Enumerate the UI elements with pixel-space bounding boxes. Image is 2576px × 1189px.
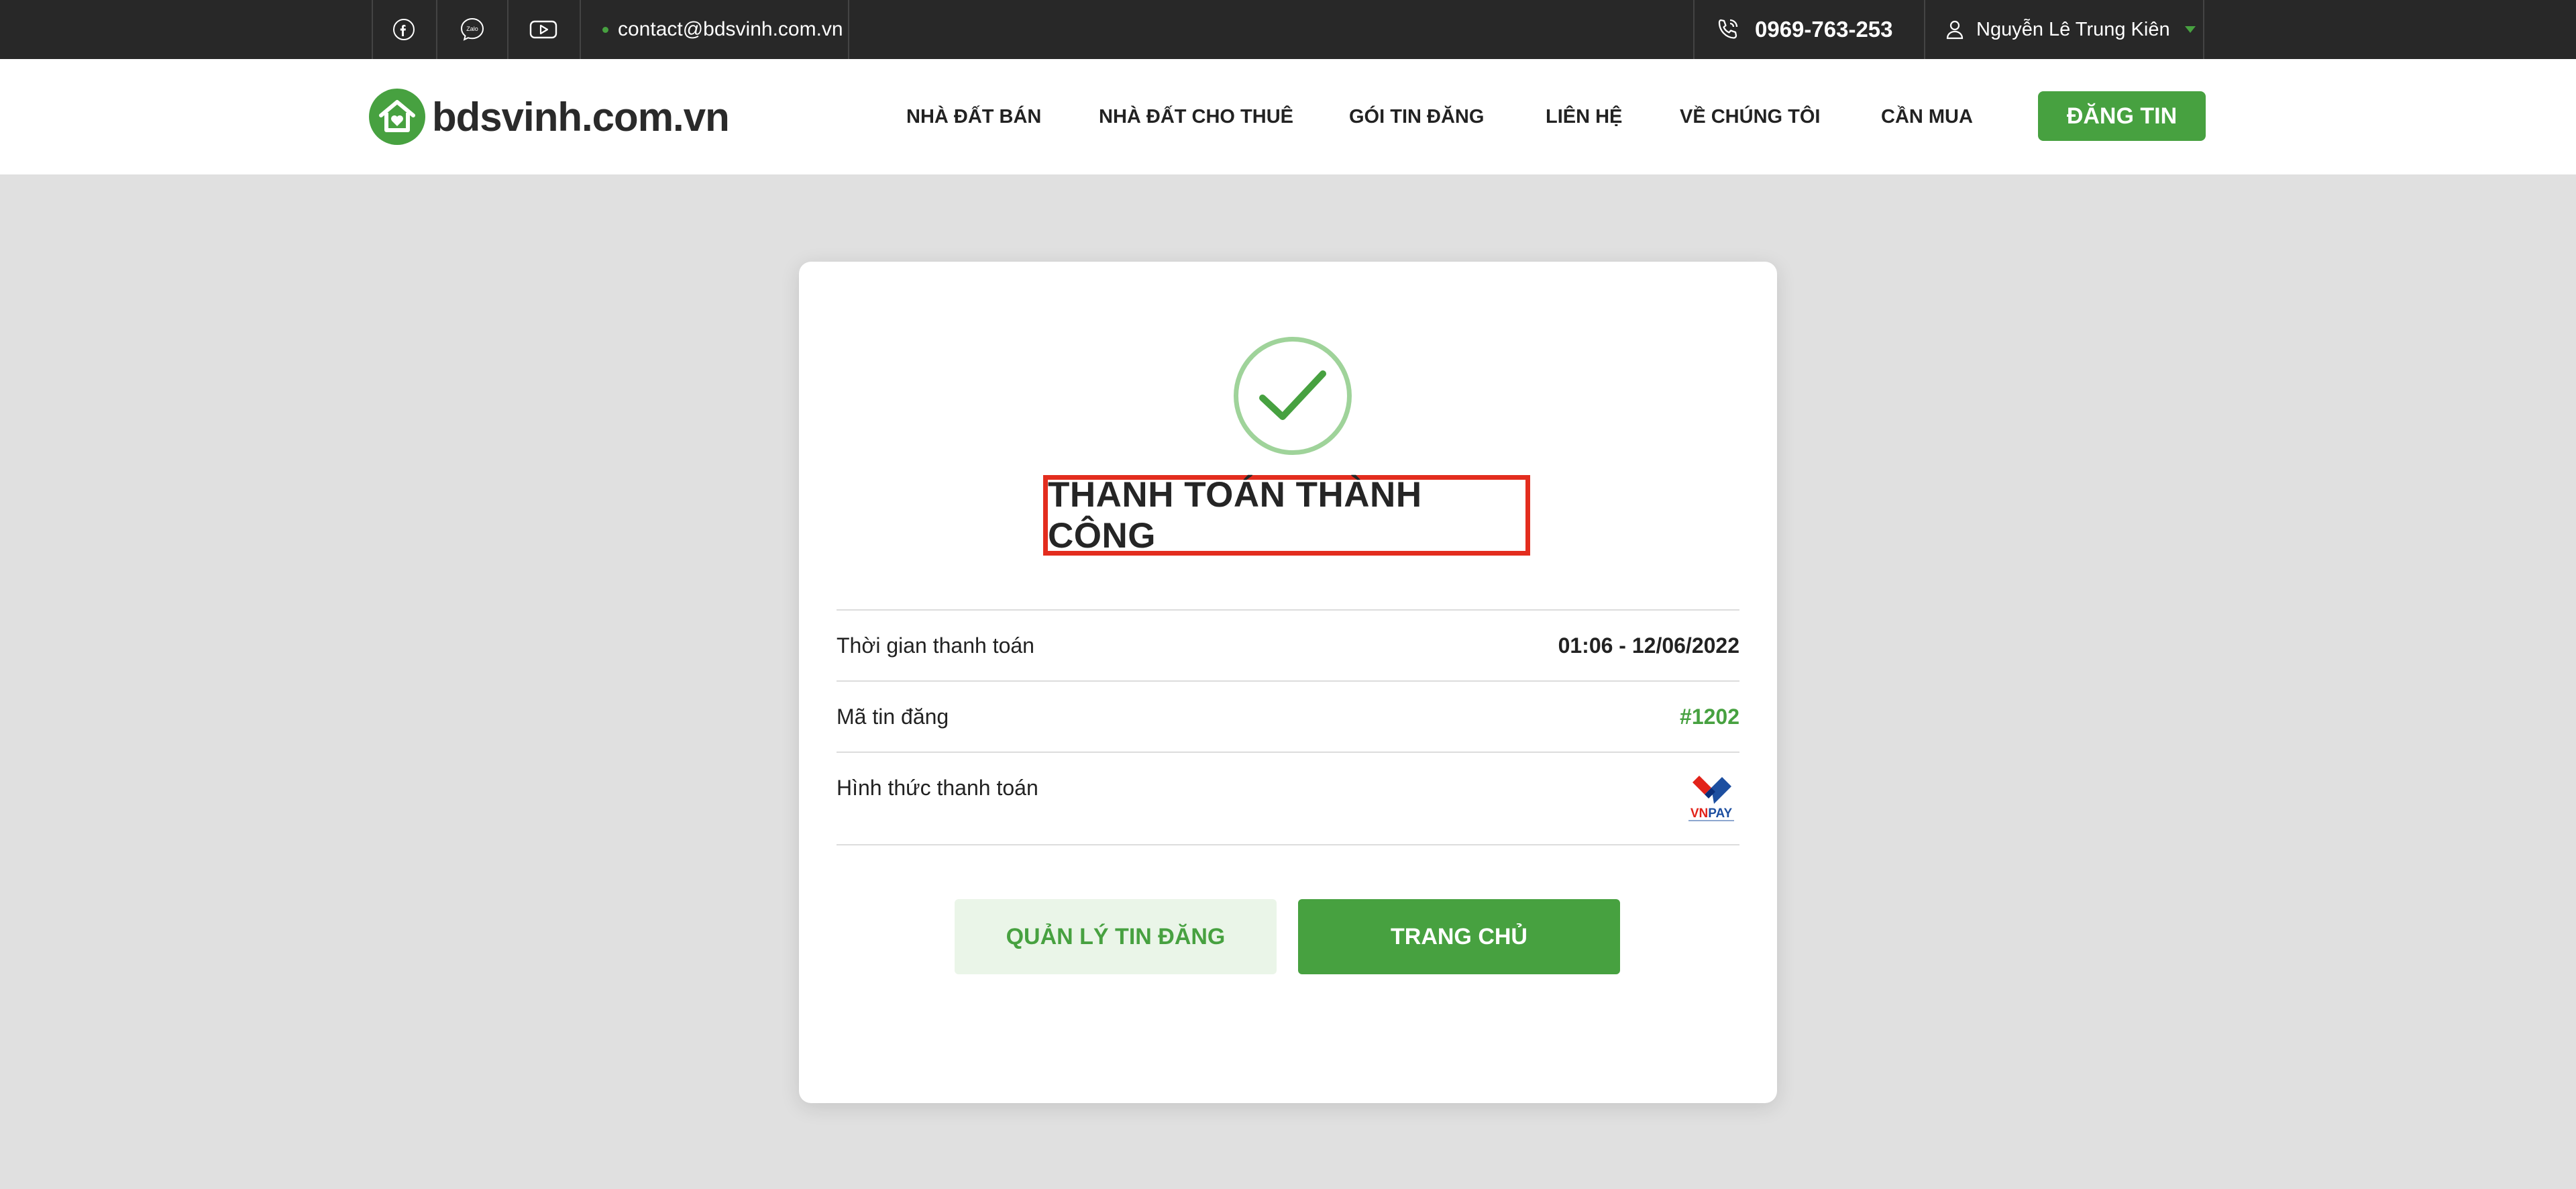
chevron-down-icon[interactable]: [2184, 26, 2196, 33]
divider: [848, 0, 849, 59]
site-logo[interactable]: bdsvinh.com.vn: [369, 87, 730, 146]
youtube-icon[interactable]: [527, 13, 559, 46]
page-title: THANH TOÁN THÀNH CÔNG: [1048, 475, 1422, 556]
success-check-icon: [1234, 337, 1352, 455]
listing-id-value[interactable]: #1202: [1680, 705, 1739, 729]
info-row-label: Thời gian thanh toán: [837, 633, 1034, 658]
svg-text:VNPAY: VNPAY: [1690, 807, 1733, 821]
home-button[interactable]: TRANG CHỦ: [1298, 899, 1620, 974]
divider: [580, 0, 581, 59]
bullet-dot-icon: [602, 26, 608, 33]
info-row-label: Hình thức thanh toán: [837, 776, 1038, 800]
nav-item-nha-dat-ban[interactable]: NHÀ ĐẤT BÁN: [906, 59, 1041, 174]
post-listing-button[interactable]: ĐĂNG TIN: [2038, 91, 2206, 141]
divider: [507, 0, 508, 59]
logo-text: bdsvinh.com.vn: [432, 94, 730, 140]
main-header: bdsvinh.com.vn NHÀ ĐẤT BÁN NHÀ ĐẤT CHO T…: [0, 59, 2576, 174]
info-row-payment-method: Hình thức thanh toán VNPAY: [837, 752, 1739, 844]
title-highlight-box: THANH TOÁN THÀNH CÔNG: [1043, 475, 1530, 556]
divider: [1924, 0, 1925, 59]
vnpay-logo-icon: VNPAY: [1688, 776, 1734, 821]
contact-email[interactable]: contact@bdsvinh.com.vn: [602, 0, 843, 59]
house-logo-icon: [369, 89, 425, 145]
phone-icon: [1718, 19, 1738, 39]
payment-time-value: 01:06 - 12/06/2022: [1558, 633, 1739, 658]
hotline-number[interactable]: 0969-763-253: [1755, 17, 1893, 42]
info-row-listing-id: Mã tin đăng #1202: [837, 680, 1739, 752]
contact-email-text[interactable]: contact@bdsvinh.com.vn: [618, 18, 843, 41]
divider: [436, 0, 437, 59]
top-bar: Zalo contact@bdsvinh.com.vn 0969-763-253…: [0, 0, 2576, 59]
user-icon: [1946, 20, 1964, 40]
hotline[interactable]: 0969-763-253: [1715, 0, 1893, 59]
divider: [1693, 0, 1695, 59]
manage-listings-button[interactable]: QUẢN LÝ TIN ĐĂNG: [955, 899, 1277, 974]
nav-item-nha-dat-cho-thue[interactable]: NHÀ ĐẤT CHO THUÊ: [1099, 59, 1293, 174]
nav-item-goi-tin-dang[interactable]: GÓI TIN ĐĂNG: [1349, 59, 1484, 174]
divider: [837, 844, 1739, 845]
user-menu[interactable]: Nguyễn Lê Trung Kiên: [1945, 0, 2196, 59]
zalo-icon[interactable]: Zalo: [456, 13, 488, 46]
zalo-icon-label: Zalo: [466, 25, 478, 32]
user-name[interactable]: Nguyễn Lê Trung Kiên: [1976, 19, 2170, 41]
nav-item-ve-chung-toi[interactable]: VỀ CHÚNG TÔI: [1680, 59, 1820, 174]
divider: [2203, 0, 2204, 59]
divider: [372, 0, 373, 59]
info-row-payment-time: Thời gian thanh toán 01:06 - 12/06/2022: [837, 609, 1739, 680]
info-row-label: Mã tin đăng: [837, 705, 949, 729]
payment-result-card: THANH TOÁN THÀNH CÔNG Thời gian thanh to…: [799, 262, 1777, 1103]
nav-item-can-mua[interactable]: CẦN MUA: [1881, 59, 1973, 174]
nav-item-lien-he[interactable]: LIÊN HỆ: [1546, 59, 1622, 174]
facebook-icon[interactable]: [388, 13, 420, 46]
